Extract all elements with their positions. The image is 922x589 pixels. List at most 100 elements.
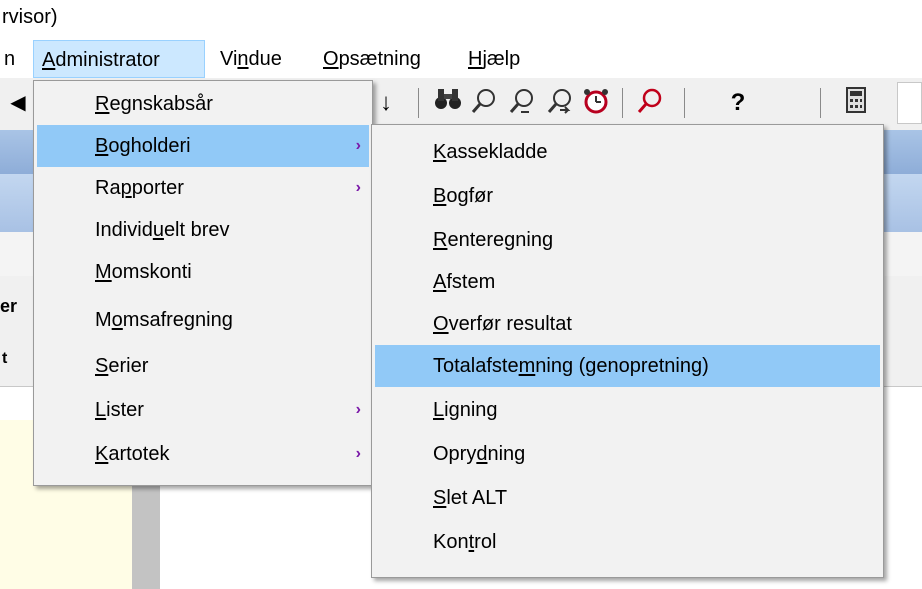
- label-mnemonic: R: [433, 229, 448, 251]
- submenu-item-afstem[interactable]: Afstem: [375, 261, 880, 303]
- app-window: rvisor) n Administrator Vindue Opsætning…: [0, 0, 922, 589]
- label-post: fstem: [446, 271, 496, 293]
- menu-item-label: Momskonti: [95, 251, 192, 293]
- menu-item-lister[interactable]: Lister ›: [37, 389, 369, 431]
- label-pre: Individ: [95, 219, 153, 241]
- toolbar-separator: [418, 88, 419, 118]
- label-post: ning (genopretning): [535, 355, 709, 377]
- bogholderi-submenu: Kassekladde Bogfør Renteregning Afstem O…: [371, 124, 884, 578]
- submenu-item-oprydning[interactable]: Oprydning: [375, 433, 880, 475]
- menu-hjaelp[interactable]: Hjælp: [460, 40, 528, 78]
- zoom-prev-glyph: [509, 89, 533, 113]
- label-mnemonic: M: [95, 261, 112, 283]
- submenu-item-totalafstemning[interactable]: Totalafstemning (genopretning): [375, 345, 880, 387]
- down-arrow-icon[interactable]: ↓: [368, 86, 404, 120]
- background-text-fragment: er: [0, 296, 18, 316]
- submenu-item-ligning[interactable]: Ligning: [375, 389, 880, 431]
- label-post: porter: [131, 177, 184, 199]
- menu-item-label: Afstem: [433, 261, 495, 303]
- label-mnemonic: L: [95, 399, 107, 421]
- menu-administrator[interactable]: Administrator: [33, 40, 205, 78]
- menu-item-label: Regnskabsår: [95, 83, 213, 125]
- help-icon[interactable]: ?: [720, 86, 756, 120]
- label-mnemonic: A: [433, 271, 447, 293]
- label-post: igning: [444, 399, 498, 421]
- label-mnemonic: K: [95, 443, 109, 465]
- label-mnemonic: o: [111, 309, 123, 331]
- alarm-clock-icon[interactable]: [578, 86, 614, 120]
- zoom-prev-icon[interactable]: [504, 86, 540, 120]
- menu-label-post: psætning: [338, 48, 421, 70]
- menu-label-post: dministrator: [55, 49, 160, 71]
- menu-item-label: Ligning: [433, 389, 498, 431]
- label-pre: Kon: [433, 531, 469, 553]
- menu-label-post: jælp: [482, 48, 521, 70]
- menu-item-label: Lister: [95, 389, 144, 431]
- alarm-clock-glyph: [584, 89, 608, 114]
- label-mnemonic: K: [433, 141, 447, 163]
- label-post: verfør resultat: [448, 313, 572, 335]
- administrator-menu: Regnskabsår Bogholderi › Rapporter › Ind…: [33, 80, 373, 486]
- label-post: enteregning: [447, 229, 554, 251]
- menu-item-label: Bogfør: [433, 175, 493, 217]
- toolbar-separator: [820, 88, 821, 118]
- menu-item-bogholderi[interactable]: Bogholderi ›: [37, 125, 369, 167]
- menu-vindue[interactable]: Vindue: [212, 40, 290, 78]
- label-post: assekladde: [446, 141, 548, 163]
- zoom-next-icon[interactable]: [542, 86, 578, 120]
- menu-item-momsafregning[interactable]: Momsafregning: [37, 299, 369, 341]
- menu-item-label: Renteregning: [433, 219, 553, 261]
- label-mnemonic: u: [152, 219, 164, 241]
- zoom-glyph: [471, 89, 495, 113]
- menu-item-regnskabsaar[interactable]: Regnskabsår: [37, 83, 369, 125]
- submenu-arrow-icon: ›: [355, 137, 361, 154]
- menu-item-serier[interactable]: Serier: [37, 345, 369, 387]
- menu-item-label: Momsafregning: [95, 299, 233, 341]
- label-pre: Totalafste: [433, 355, 519, 377]
- menu-item-momskonti[interactable]: Momskonti: [37, 251, 369, 293]
- label-post: erier: [108, 355, 149, 377]
- submenu-item-overfoer-resultat[interactable]: Overfør resultat: [375, 303, 880, 345]
- label-mnemonic: R: [95, 93, 110, 115]
- menu-item-label: Totalafstemning (genopretning): [433, 345, 709, 387]
- label-post: omskonti: [111, 261, 192, 283]
- label-post: rol: [474, 531, 497, 553]
- menu-partial-item[interactable]: n: [0, 40, 23, 78]
- menu-item-label: Kassekladde: [433, 131, 548, 173]
- magnifier-icon[interactable]: [632, 86, 668, 120]
- label-mnemonic: S: [95, 355, 109, 377]
- menu-item-label: Kartotek: [95, 433, 170, 475]
- binoculars-glyph: [435, 89, 461, 109]
- calculator-glyph: [846, 87, 866, 113]
- label-post: ning: [487, 443, 526, 465]
- submenu-item-bogfoer[interactable]: Bogfør: [375, 175, 880, 217]
- submenu-item-slet-alt[interactable]: Slet ALT: [375, 477, 880, 519]
- menu-item-label: Kontrol: [433, 521, 496, 563]
- label-post: msafregning: [122, 309, 233, 331]
- menu-item-individuelt-brev[interactable]: Individuelt brev: [37, 209, 369, 251]
- submenu-arrow-icon: ›: [355, 401, 361, 418]
- submenu-arrow-icon: ›: [355, 179, 361, 196]
- label-mnemonic: B: [95, 135, 109, 157]
- submenu-item-renteregning[interactable]: Renteregning: [375, 219, 880, 261]
- magnifier-glyph: [637, 88, 662, 113]
- menu-item-label: Rapporter: [95, 167, 184, 209]
- menu-item-kartotek[interactable]: Kartotek ›: [37, 433, 369, 475]
- submenu-item-kontrol[interactable]: Kontrol: [375, 521, 880, 563]
- toolbar-input[interactable]: [897, 82, 922, 124]
- window-title: rvisor): [2, 6, 58, 28]
- label-pre: Opry: [433, 443, 477, 465]
- menu-item-rapporter[interactable]: Rapporter ›: [37, 167, 369, 209]
- submenu-item-kassekladde[interactable]: Kassekladde: [375, 131, 880, 173]
- calculator-icon[interactable]: [838, 86, 874, 120]
- label-mnemonic: p: [120, 177, 132, 199]
- submenu-arrow-icon: ›: [355, 445, 361, 462]
- menu-opsaetning[interactable]: Opsætning: [315, 40, 429, 78]
- binoculars-icon[interactable]: [430, 86, 466, 120]
- zoom-icon[interactable]: [466, 86, 502, 120]
- left-arrow-icon[interactable]: ◀: [0, 86, 36, 120]
- menu-item-label: Slet ALT: [433, 477, 507, 519]
- label-mnemonic: S: [433, 487, 447, 509]
- menu-label-mnemonic: H: [468, 48, 483, 70]
- menu-label-mnemonic: A: [42, 49, 56, 71]
